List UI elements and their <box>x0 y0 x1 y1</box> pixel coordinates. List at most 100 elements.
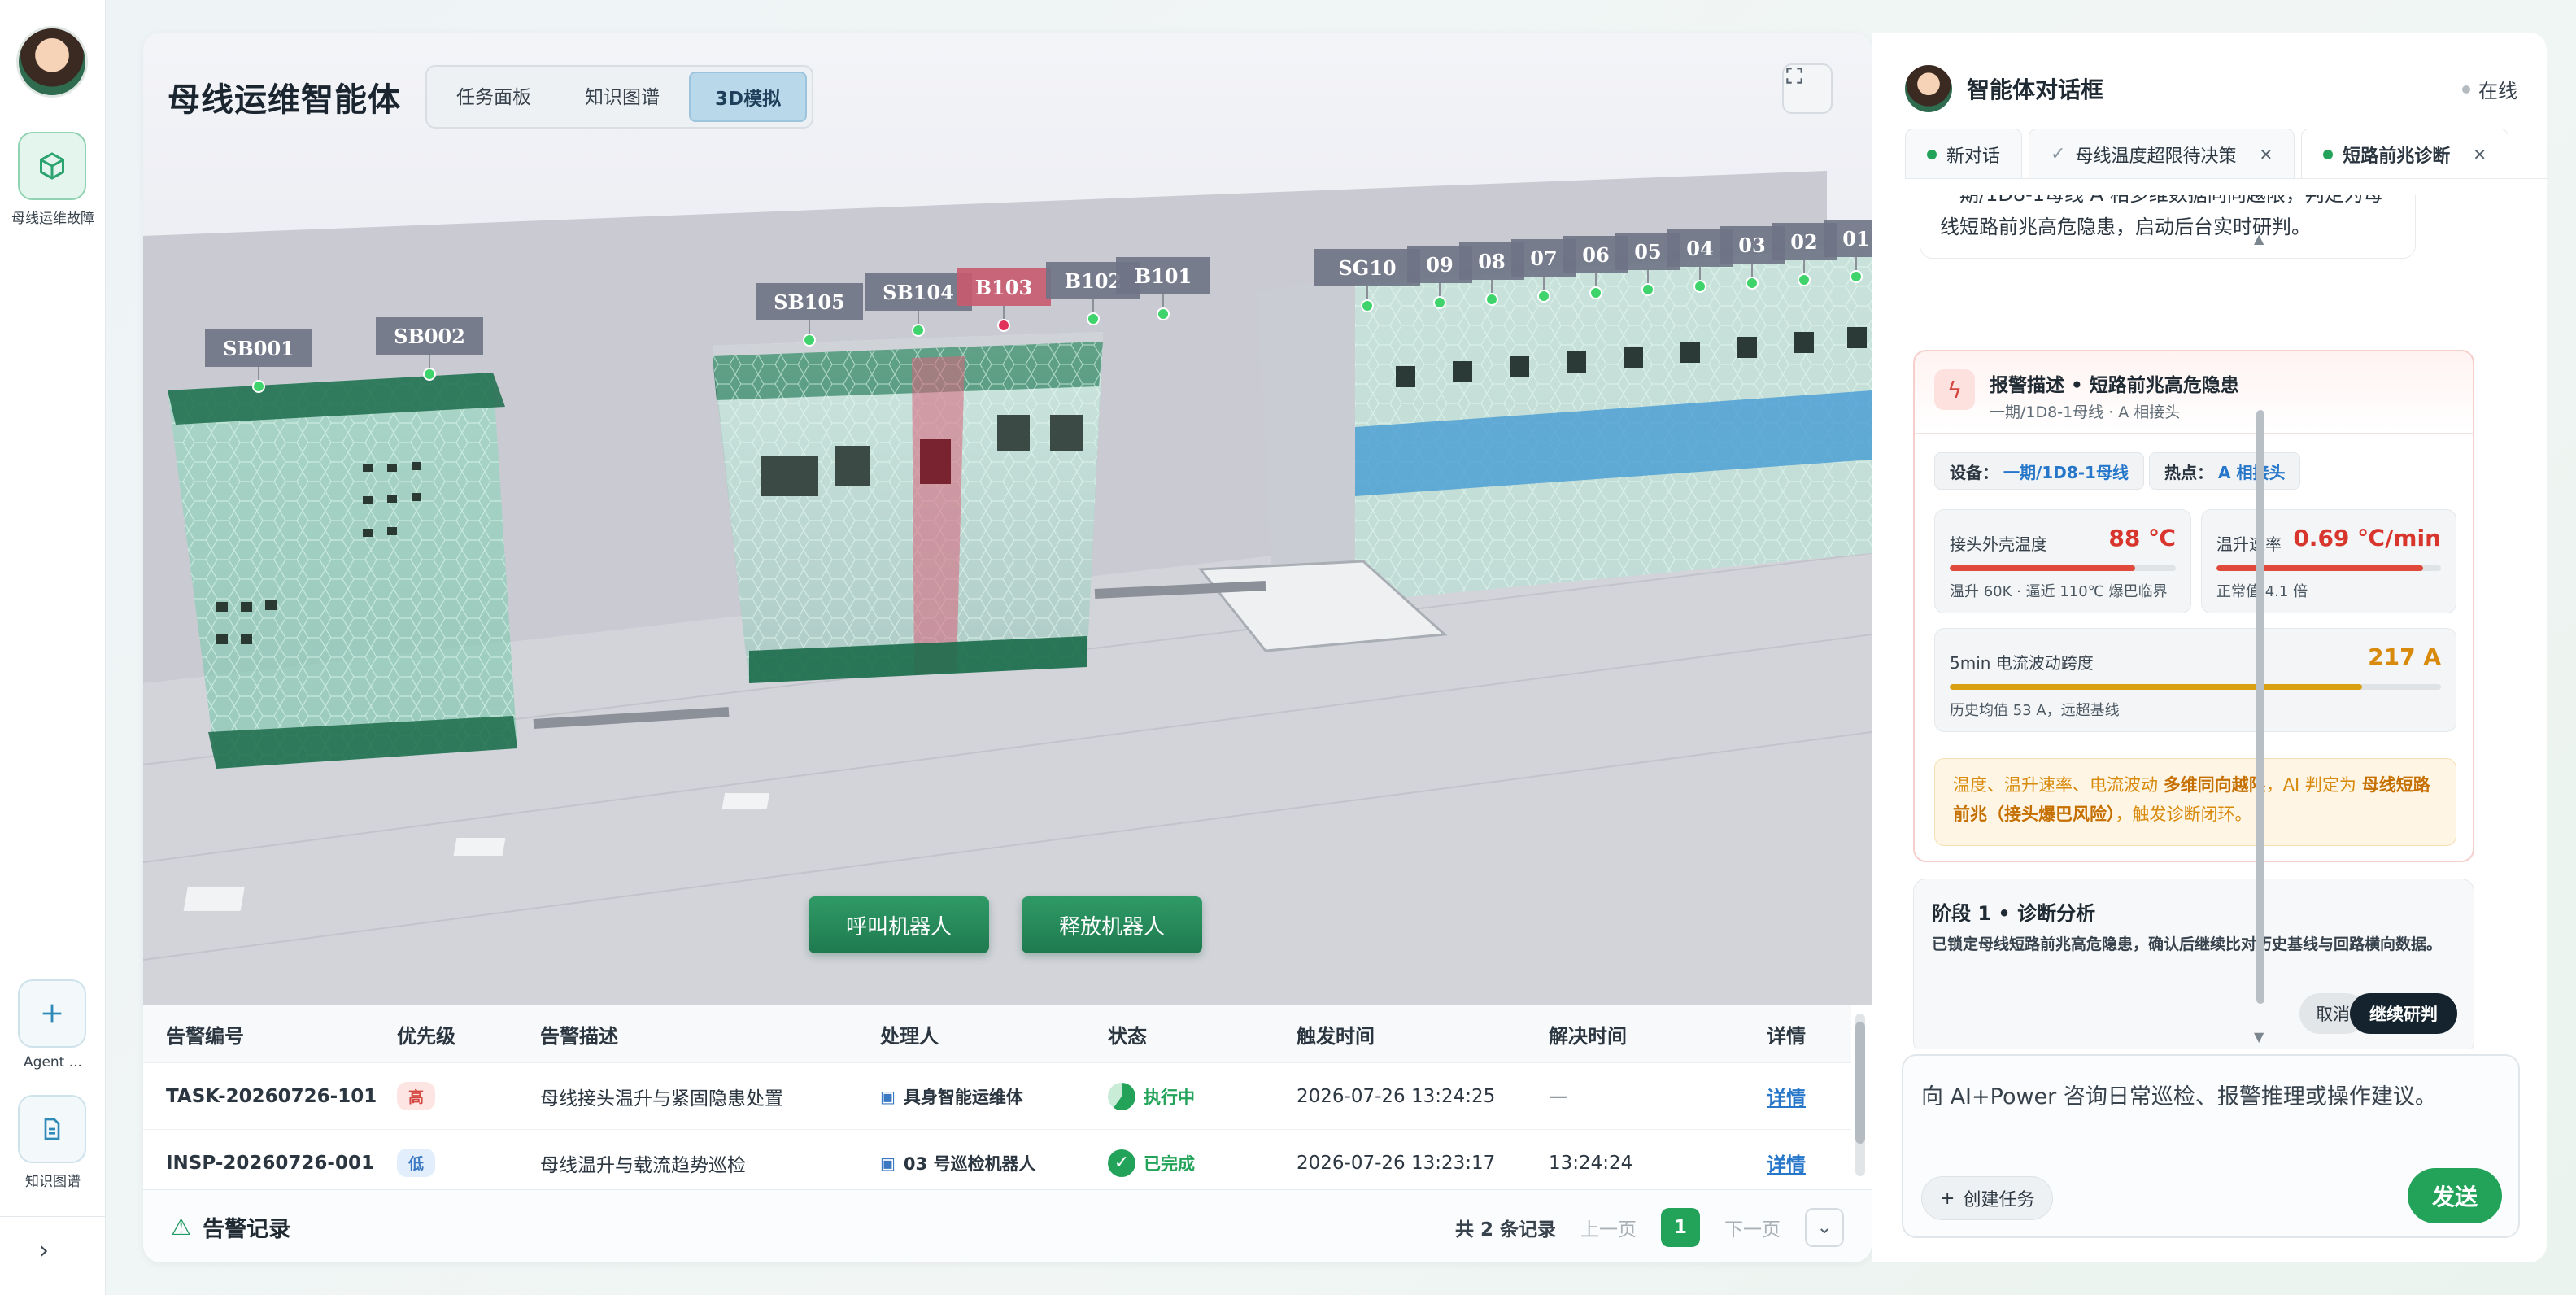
svg-text:SB105: SB105 <box>774 290 845 314</box>
rail-label-agent[interactable]: Agent ... <box>0 1054 106 1070</box>
divider <box>1915 433 2473 434</box>
metric-rate: 温升速率 0.69 ℃/min 正常值 4.1 倍 <box>2201 509 2456 613</box>
page-number[interactable]: 1 <box>1661 1208 1700 1247</box>
scroll-thumb[interactable] <box>2256 410 2264 1004</box>
warning-icon: ⚠ <box>171 1214 192 1240</box>
next-page-button[interactable]: 下一页 <box>1724 1214 1781 1241</box>
close-icon[interactable]: ✕ <box>2473 145 2487 164</box>
status-dot-icon <box>2462 85 2470 94</box>
tab-knowledge-graph[interactable]: 知识图谱 <box>560 72 684 122</box>
chat-tab-new[interactable]: 新对话 <box>1905 129 2023 178</box>
alarm-desc: 母线温升与载流趋势巡检 <box>540 1154 746 1176</box>
chat-input[interactable] <box>1921 1072 2507 1121</box>
continue-button[interactable]: 继续研判 <box>2350 993 2457 1034</box>
status-text: 已完成 <box>1144 1153 1195 1174</box>
chevron-right-icon[interactable]: › <box>39 1236 49 1265</box>
col-desc[interactable]: 告警描述 <box>540 1020 618 1049</box>
create-task-button[interactable]: + 创建任务 <box>1921 1176 2054 1220</box>
3d-scene[interactable]: SB001 SB002 SB105 SB104 B103 B102 B101 SG10 09 08… <box>143 33 1872 1005</box>
left-rail: 母线运维故障 Agent ... 知识图谱 › <box>0 0 106 1295</box>
scroll-down-icon[interactable]: ▼ <box>2254 1029 2264 1044</box>
close-icon[interactable]: ✕ <box>2259 145 2273 164</box>
tab-task-panel[interactable]: 任务面板 <box>432 72 556 122</box>
call-robot-button[interactable]: 呼叫机器人 <box>809 896 990 953</box>
metric-bar <box>2216 565 2441 571</box>
table-header: 告警编号 优先级 告警描述 处理人 状态 触发时间 解决时间 详情 <box>143 1005 1851 1062</box>
hotspot-value: A 相接头 <box>2218 462 2286 482</box>
device-value: 一期/1D8-1母线 <box>2003 462 2129 482</box>
concl-suffix: ，触发诊断闭环。 <box>2115 804 2252 824</box>
alert-header: ϟ 报警描述 • 短路前兆高危隐患 一期/1D8-1母线 · A 相接头 <box>1934 369 2239 422</box>
alert-title: 报警描述 • 短路前兆高危隐患 <box>1990 375 2239 396</box>
detail-link[interactable]: 详情 <box>1767 1082 1806 1110</box>
progress-icon <box>1108 1082 1135 1110</box>
svg-text:06: 06 <box>1582 243 1609 267</box>
handler-name: 具身智能运维体 <box>903 1087 1023 1107</box>
chevron-down-icon[interactable]: ⌄ <box>1805 1208 1844 1247</box>
stage-desc: 已锁定母线短路前兆高危隐患，确认后继续比对历史基线与回路横向数据。 <box>1932 935 2443 953</box>
priority-badge: 低 <box>397 1149 436 1177</box>
svg-text:SG10: SG10 <box>1338 256 1396 280</box>
rail-label-fault[interactable]: 母线运维故障 <box>0 207 106 227</box>
chat-scrollbar[interactable]: ▲ ▼ <box>2254 231 2267 1044</box>
release-robot-button[interactable]: 释放机器人 <box>1022 896 1203 953</box>
rail-label-knowledge[interactable]: 知识图谱 <box>0 1170 106 1190</box>
col-trigger[interactable]: 触发时间 <box>1297 1020 1375 1049</box>
priority-badge: 高 <box>397 1082 436 1110</box>
svg-text:B102: B102 <box>1065 269 1122 293</box>
metric-label: 5min 电流波动跨度 <box>1950 653 2094 673</box>
chat-tab-label: 短路前兆诊断 <box>2343 146 2451 167</box>
scroll-up-icon[interactable]: ▲ <box>2254 231 2264 246</box>
stage-title: 阶段 1 • 诊断分析 <box>1932 902 2096 925</box>
chat-header: 智能体对话框 <box>1905 65 2103 112</box>
col-detail[interactable]: 详情 <box>1767 1020 1806 1049</box>
document-icon[interactable] <box>18 1095 86 1163</box>
cube-icon[interactable] <box>18 132 86 200</box>
footer-title: 告警记录 <box>203 1217 291 1242</box>
hotspot-chip: 热点： A 相接头 <box>2149 452 2301 490</box>
resolve-time: — <box>1549 1085 1567 1107</box>
metric-current: 5min 电流波动跨度 217 A 历史均值 53 A，远超基线 <box>1934 628 2456 732</box>
composer: + 创建任务 发送 <box>1902 1054 2520 1238</box>
table-row[interactable]: INSP-20260726-001 低 母线温升与载流趋势巡检 ▣ 03 号巡检机… <box>143 1129 1851 1196</box>
prev-page-button[interactable]: 上一页 <box>1580 1214 1637 1241</box>
robot-icon: ▣ <box>880 1153 896 1173</box>
table-scrollbar[interactable] <box>1855 1014 1865 1176</box>
col-status[interactable]: 状态 <box>1108 1020 1147 1049</box>
chat-tabs: 新对话 ✓ 母线温度超限待决策 ✕ 短路前兆诊断 ✕ <box>1905 129 2548 179</box>
detail-link[interactable]: 详情 <box>1767 1149 1806 1177</box>
col-handler[interactable]: 处理人 <box>880 1020 939 1049</box>
view-tabs: 任务面板 知识图谱 3D模拟 <box>425 65 814 129</box>
chat-tab-temp[interactable]: ✓ 母线温度超限待决策 ✕ <box>2029 129 2295 178</box>
agent-message: 一期/1D8-1母线 A 相多维数据同向越限，判定为母线短路前兆高危隐患，启动后… <box>1920 195 2416 259</box>
title-bar: 母线运维智能体 任务面板 知识图谱 3D模拟 <box>168 65 814 129</box>
alarm-id: INSP-20260726-001 <box>166 1152 374 1174</box>
plus-icon[interactable] <box>18 979 86 1048</box>
metric-bar <box>1950 684 2441 690</box>
table-row[interactable]: TASK-20260726-101 高 母线接头温升与紧固隐患处置 ▣ 具身智能运… <box>143 1062 1851 1129</box>
metric-label: 接头外壳温度 <box>1950 534 2047 554</box>
fullscreen-icon[interactable] <box>1782 63 1833 114</box>
handler: ▣ 具身智能运维体 <box>880 1084 1023 1109</box>
create-task-label: 创建任务 <box>1963 1190 2035 1210</box>
device-chip: 设备： 一期/1D8-1母线 <box>1934 452 2144 490</box>
metric-temp: 接头外壳温度 88 ℃ 温升 60K · 逼近 110℃ 爆巴临界 <box>1934 509 2191 613</box>
svg-text:SB001: SB001 <box>223 337 294 360</box>
avatar[interactable] <box>16 26 88 98</box>
total-count: 共 2 条记录 <box>1454 1219 1556 1240</box>
col-id[interactable]: 告警编号 <box>166 1020 244 1049</box>
page-title: 母线运维智能体 <box>168 81 401 119</box>
svg-text:01: 01 <box>1842 227 1869 251</box>
alert-card: ϟ 报警描述 • 短路前兆高危隐患 一期/1D8-1母线 · A 相接头 设备：… <box>1913 350 2474 862</box>
dot-icon <box>1927 149 1937 159</box>
concl-em1: 多维同向越限 <box>2163 775 2266 795</box>
col-resolve[interactable]: 解决时间 <box>1549 1020 1627 1049</box>
col-priority[interactable]: 优先级 <box>397 1020 455 1049</box>
chat-tab-diagnosis[interactable]: 短路前兆诊断 ✕ <box>2301 129 2509 178</box>
chat-tab-label: 母线温度超限待决策 <box>2075 146 2237 167</box>
send-button[interactable]: 发送 <box>2407 1168 2502 1223</box>
svg-text:B101: B101 <box>1135 264 1192 288</box>
tab-3d-sim[interactable]: 3D模拟 <box>689 72 808 122</box>
pagination: 共 2 条记录 上一页 1 下一页 ⌄ <box>1455 1208 1844 1247</box>
agent-avatar <box>1905 65 1952 112</box>
